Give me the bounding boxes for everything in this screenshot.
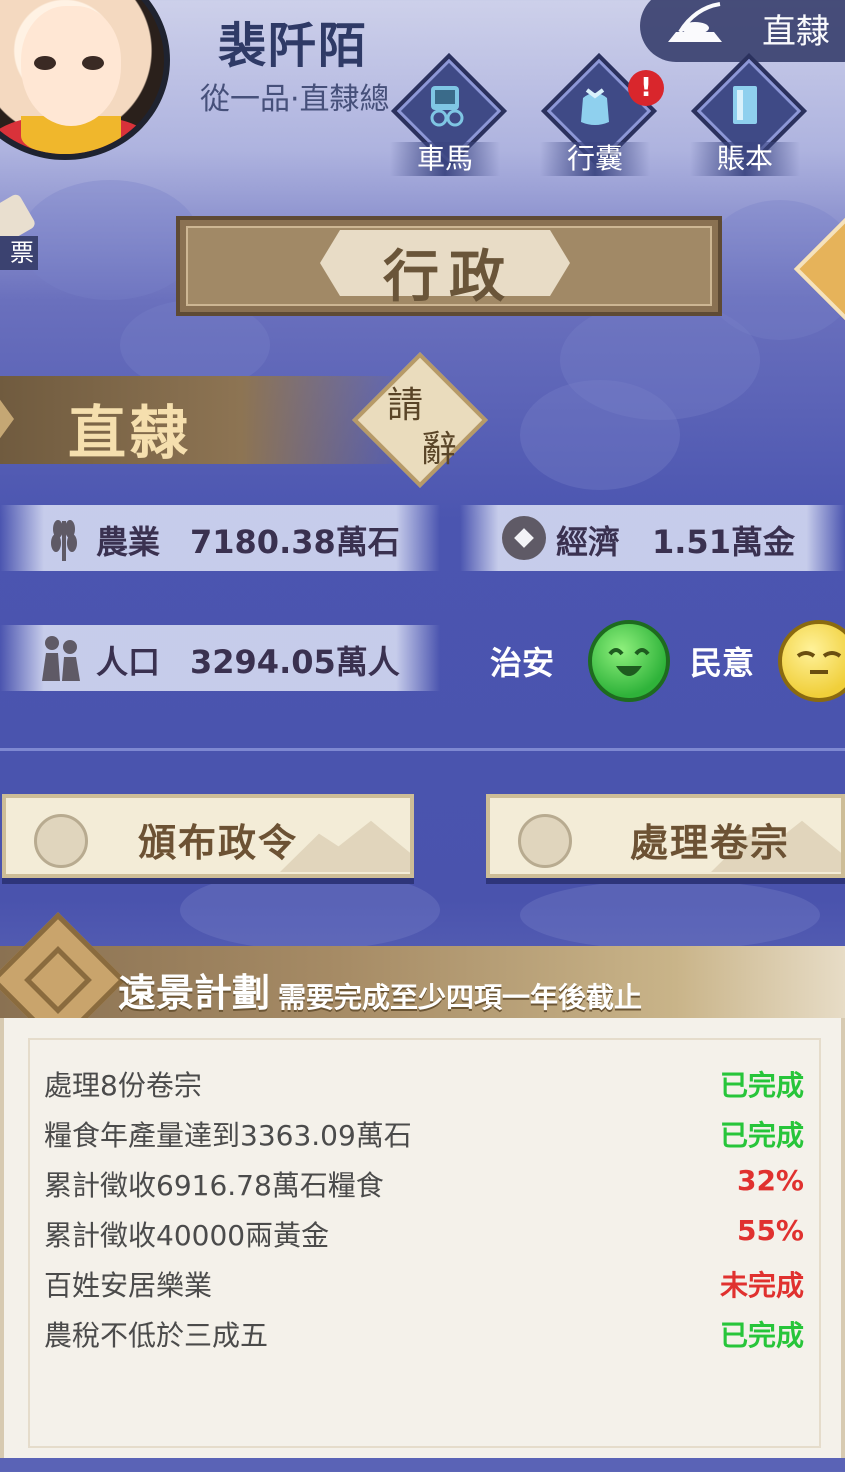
task-row: 糧食年產量達到3363.09萬石 已完成 (44, 1110, 804, 1156)
player-avatar[interactable] (0, 0, 170, 160)
task-name: 百姓安居樂業 (44, 1269, 213, 1302)
carriage-seal-icon (668, 2, 722, 42)
task-row: 累計徵收40000兩黃金 55% (44, 1210, 804, 1256)
agriculture-label: 農業 (96, 523, 161, 561)
region-name-strip: 直隸 (0, 376, 410, 467)
agriculture-value: 7180.38萬石 (190, 523, 400, 561)
menu-bundle-label: 行囊 (540, 142, 650, 176)
menu-ledger-label: 賬本 (690, 142, 800, 176)
stat-population: 人口 3294.05萬人 (0, 625, 440, 691)
page-title-banner: 行政 (176, 216, 722, 316)
bundle-alert-badge: ! (628, 70, 664, 106)
region-name: 直隸 (68, 399, 193, 467)
menu-ledger[interactable]: 賬本 (690, 53, 807, 180)
task-row: 農稅不低於三成五 已完成 (44, 1310, 804, 1356)
task-name: 累計徵收40000兩黃金 (44, 1219, 330, 1252)
mountain-decoration (280, 820, 410, 872)
process-files-label: 處理卷宗 (630, 821, 791, 865)
resign-label-2[interactable]: 辭 (421, 420, 457, 472)
population-value: 3294.05萬人 (190, 643, 400, 681)
task-row: 累計徵收6916.78萬石糧食 32% (44, 1160, 804, 1206)
plan-note: 需要完成至少四項一年後截止 (278, 981, 643, 1014)
task-name: 累計徵收6916.78萬石糧食 (44, 1169, 384, 1202)
task-status: 55% (736, 1214, 804, 1247)
task-row: 處理8份卷宗 已完成 (44, 1060, 804, 1106)
coin-icon (502, 516, 546, 560)
player-name: 裴阡陌 (218, 18, 369, 74)
task-name: 處理8份卷宗 (44, 1069, 202, 1102)
happy-face-icon (588, 620, 670, 702)
menu-bundle[interactable]: ! 行囊 (540, 53, 664, 180)
task-status: 已完成 (719, 1069, 804, 1102)
issue-decree-label: 頒布政令 (138, 821, 299, 865)
dragon-seal-icon (34, 814, 88, 868)
task-status: 已完成 (719, 1119, 804, 1152)
process-files-button[interactable]: 處理卷宗 (486, 794, 845, 878)
task-name: 農稅不低於三成五 (44, 1319, 269, 1352)
task-status: 32% (736, 1164, 804, 1197)
people-icon (42, 636, 80, 681)
security-label: 治安 (490, 644, 555, 682)
stat-agriculture: 農業 7180.38萬石 (0, 505, 440, 571)
wheat-icon (51, 520, 77, 561)
menu-carriage[interactable]: 車馬 (390, 53, 507, 180)
resign-label-1[interactable]: 請 (387, 376, 423, 428)
bundle-icon (581, 88, 609, 125)
menu-carriage-label: 車馬 (390, 142, 500, 176)
issue-decree-button[interactable]: 頒布政令 (2, 794, 414, 878)
side-tab-label[interactable]: 票 (0, 236, 38, 270)
chevron-icon (0, 386, 14, 452)
section-divider (0, 748, 845, 751)
plan-title: 遠景計劃 (118, 971, 271, 1015)
task-name: 糧食年產量達到3363.09萬石 (44, 1119, 412, 1152)
public-opinion-label: 民意 (690, 644, 755, 682)
task-row: 百姓安居樂業 未完成 (44, 1260, 804, 1306)
neutral-face-icon (778, 620, 845, 702)
player-title: 從一品·直隸總 (200, 82, 390, 117)
page-title: 行政 (383, 245, 515, 310)
economy-label: 經濟 (556, 523, 621, 561)
region-switch-label: 直隸 (762, 12, 830, 52)
ledger-icon (733, 86, 757, 124)
carriage-icon (430, 86, 464, 127)
task-status: 未完成 (719, 1269, 804, 1302)
economy-value: 1.51萬金 (652, 523, 795, 561)
dragon-seal-icon (518, 814, 572, 868)
region-switch-button[interactable]: 直隸 (640, 0, 845, 62)
stat-economy: 經濟 1.51萬金 (460, 505, 845, 571)
task-status: 已完成 (719, 1319, 804, 1352)
population-label: 人口 (96, 643, 161, 681)
